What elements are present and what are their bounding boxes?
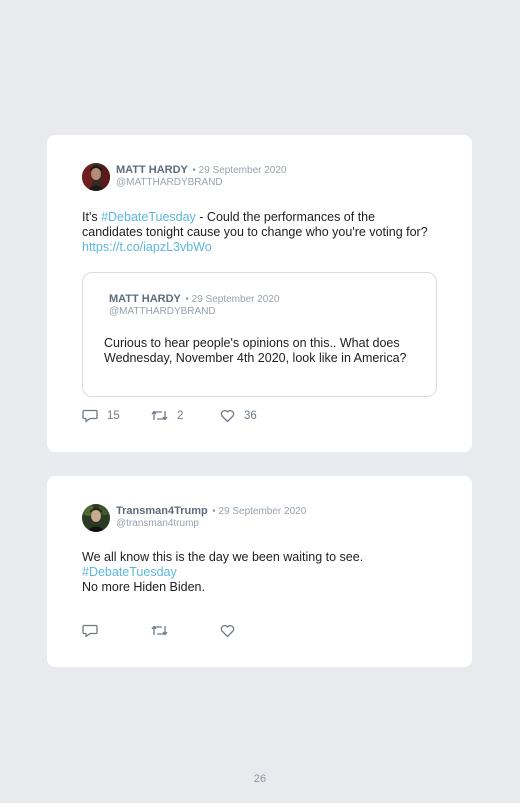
retweet-button[interactable]: 2 <box>151 408 220 423</box>
quoted-tweet[interactable]: MATT HARDY • 29 September 2020 @MATTHARD… <box>82 272 437 397</box>
tweet-date: • 29 September 2020 <box>192 165 287 176</box>
reply-icon <box>82 409 98 423</box>
reply-button[interactable]: 15 <box>82 408 151 423</box>
quoted-author-name: MATT HARDY <box>109 293 181 305</box>
tweet-actions <box>82 623 235 638</box>
author-name[interactable]: MATT HARDY <box>116 164 188 176</box>
author-name[interactable]: Transman4Trump <box>116 505 208 517</box>
author-handle[interactable]: @transman4trump <box>116 518 306 530</box>
quoted-tweet-text: Curious to hear people's opinions on thi… <box>104 336 407 365</box>
reply-icon <box>82 624 98 638</box>
reply-button[interactable] <box>82 623 151 638</box>
quoted-author-handle: @MATTHARDYBRAND <box>109 306 216 317</box>
avatar[interactable] <box>82 504 110 532</box>
tweet-header: MATT HARDY • 29 September 2020 @MATTHARD… <box>82 163 286 191</box>
retweet-icon <box>151 625 168 636</box>
retweet-button[interactable] <box>151 623 220 638</box>
quoted-tweet-header: MATT HARDY • 29 September 2020 @MATTHARD… <box>109 292 279 318</box>
tweet-header: Transman4Trump • 29 September 2020 @tran… <box>82 504 306 532</box>
like-button[interactable]: 36 <box>220 409 257 423</box>
like-count: 36 <box>244 409 257 422</box>
tweet-card: Transman4Trump • 29 September 2020 @tran… <box>47 476 472 667</box>
reply-count: 15 <box>107 409 120 422</box>
tweet-text-line: No more Hiden Biden. <box>82 580 205 594</box>
tweet-text-prefix: It's <box>82 210 102 224</box>
tweet-text-line: We all know this is the day we been wait… <box>82 550 364 564</box>
hashtag-link[interactable]: #DebateTuesday <box>101 210 196 224</box>
tweet-text: It's #DebateTuesday - Could the performa… <box>82 210 432 255</box>
like-button[interactable] <box>220 624 235 638</box>
retweet-icon <box>151 410 168 421</box>
like-icon <box>220 409 235 422</box>
page-number: 26 <box>253 773 267 785</box>
author-handle[interactable]: @MATTHARDYBRAND <box>116 177 286 189</box>
tweet-url-link[interactable]: https://t.co/iapzL3vbWo <box>82 240 212 254</box>
tweet-date: • 29 September 2020 <box>212 506 307 517</box>
tweet-card: MATT HARDY • 29 September 2020 @MATTHARD… <box>47 135 472 452</box>
retweet-count: 2 <box>177 409 184 422</box>
quoted-tweet-date: • 29 September 2020 <box>185 294 280 305</box>
hashtag-link[interactable]: #DebateTuesday <box>82 565 432 580</box>
tweet-text: We all know this is the day we been wait… <box>82 550 432 595</box>
avatar[interactable] <box>82 163 110 191</box>
like-icon <box>220 624 235 637</box>
tweet-actions: 15 2 36 <box>82 408 257 423</box>
